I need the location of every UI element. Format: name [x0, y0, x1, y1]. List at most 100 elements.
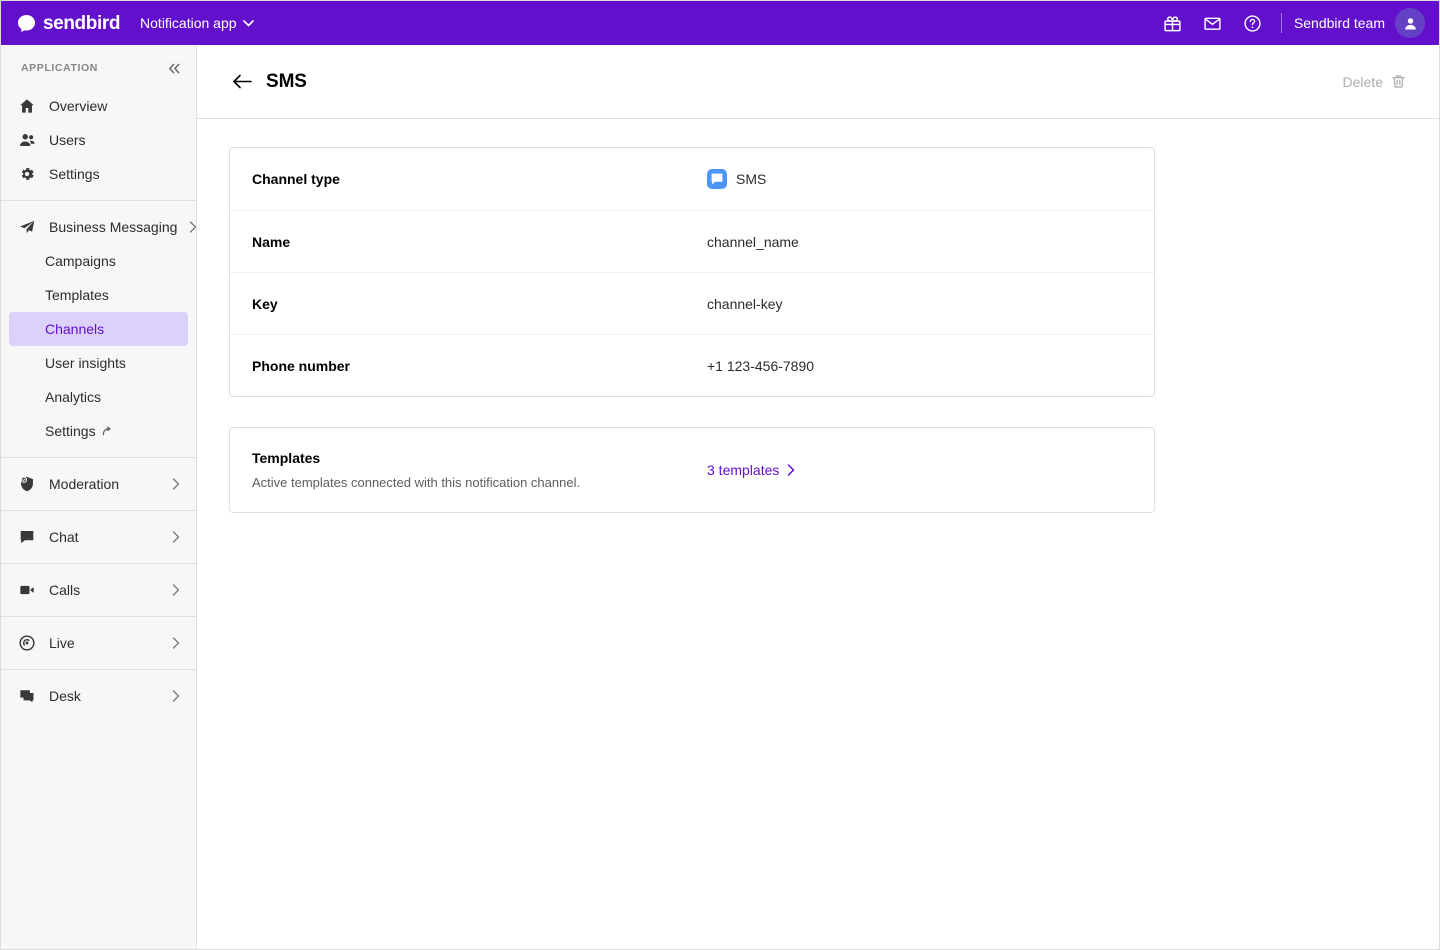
mail-icon[interactable] [1193, 3, 1233, 43]
page-title: SMS [266, 71, 307, 93]
sidebar-group-application: Overview Users [1, 85, 196, 200]
sidebar-group-live: Live [1, 616, 196, 669]
app-window: sendbird Notification app [0, 0, 1440, 950]
sidebar-subitem-label: Campaigns [45, 253, 116, 269]
collapse-chevrons-icon[interactable] [164, 58, 184, 78]
avatar[interactable] [1395, 8, 1425, 38]
app-switcher-label: Notification app [140, 15, 237, 31]
detail-row-channel-type: Channel type SMS [230, 148, 1154, 210]
sidebar-item-live[interactable]: Live [9, 626, 188, 660]
sidebar-item-label: Business Messaging [49, 219, 177, 235]
main-content: SMS Delete Channel type [197, 45, 1439, 949]
sidebar-item-label: Desk [49, 688, 160, 704]
users-icon [17, 130, 37, 150]
templates-description: Active templates connected with this not… [252, 475, 707, 490]
shield-check-icon [17, 474, 37, 494]
gear-icon [17, 164, 37, 184]
templates-card: Templates Active templates connected wit… [229, 427, 1155, 513]
detail-row-label: Phone number [252, 358, 707, 374]
desk-bubble-icon [17, 686, 37, 706]
sms-channel-icon [707, 169, 727, 189]
detail-row-label: Name [252, 234, 707, 250]
delete-button-label: Delete [1343, 74, 1383, 90]
sidebar-group-desk: Desk [1, 669, 196, 722]
page-content: Channel type SMS Name [197, 119, 1439, 949]
sidebar-item-analytics[interactable]: Analytics [9, 380, 188, 414]
chevron-right-icon [172, 584, 180, 596]
channel-details-card: Channel type SMS Name [229, 147, 1155, 397]
sidebar-item-overview[interactable]: Overview [9, 89, 188, 123]
detail-row-label: Channel type [252, 171, 707, 187]
broadcast-icon [17, 633, 37, 653]
sidebar-item-label: Settings [49, 166, 180, 182]
chevron-right-icon [172, 637, 180, 649]
sidebar-subitem-label: User insights [45, 355, 126, 371]
sidebar-subitem-label: Channels [45, 321, 104, 337]
chat-bubble-icon [17, 527, 37, 547]
send-icon [17, 217, 37, 237]
sidebar-item-label: Overview [49, 98, 180, 114]
sidebar-subitem-label: Analytics [45, 389, 101, 405]
sidebar-item-templates[interactable]: Templates [9, 278, 188, 312]
sidebar-group-calls: Calls [1, 563, 196, 616]
sendbird-mark-icon [17, 14, 36, 33]
sidebar-section-label: APPLICATION [21, 62, 98, 74]
sidebar-subitem-label: Settings [45, 423, 96, 439]
detail-row-value: channel_name [707, 234, 799, 250]
sidebar-group-chat: Chat [1, 510, 196, 563]
user-avatar-icon [1402, 15, 1419, 32]
team-name: Sendbird team [1294, 15, 1385, 31]
delete-button[interactable]: Delete [1339, 67, 1411, 96]
templates-row: Templates Active templates connected wit… [230, 428, 1154, 512]
sidebar-header: APPLICATION [1, 51, 196, 85]
detail-row-key: Key channel-key [230, 272, 1154, 334]
detail-row-value: channel-key [707, 296, 783, 312]
back-arrow-icon[interactable] [229, 69, 255, 95]
app-body: APPLICATION Overview [1, 45, 1439, 949]
sendbird-logo[interactable]: sendbird [17, 14, 120, 33]
sidebar-group-moderation: Moderation [1, 457, 196, 510]
templates-link-label: 3 templates [707, 462, 779, 478]
chevron-right-icon [172, 531, 180, 543]
sidebar: APPLICATION Overview [1, 45, 197, 949]
sidebar-item-chat[interactable]: Chat [9, 520, 188, 554]
topbar-actions: Sendbird team [1153, 3, 1425, 43]
chevron-right-icon [172, 478, 180, 490]
sidebar-item-label: Live [49, 635, 160, 651]
sidebar-item-label: Calls [49, 582, 160, 598]
sidebar-item-calls[interactable]: Calls [9, 573, 188, 607]
sidebar-item-moderation[interactable]: Moderation [9, 467, 188, 501]
sidebar-item-label: Moderation [49, 476, 160, 492]
detail-row-phone-number: Phone number +1 123-456-7890 [230, 334, 1154, 396]
chevron-right-icon [189, 221, 197, 233]
sidebar-item-users[interactable]: Users [9, 123, 188, 157]
detail-row-value: +1 123-456-7890 [707, 358, 814, 374]
gift-icon[interactable] [1153, 3, 1193, 43]
topbar-divider [1281, 13, 1282, 33]
sidebar-item-campaigns[interactable]: Campaigns [9, 244, 188, 278]
sidebar-item-settings[interactable]: Settings [9, 157, 188, 191]
templates-title: Templates [252, 450, 707, 466]
templates-info: Templates Active templates connected wit… [252, 450, 707, 490]
sidebar-item-user-insights[interactable]: User insights [9, 346, 188, 380]
detail-row-label: Key [252, 296, 707, 312]
help-icon[interactable] [1233, 3, 1273, 43]
chevron-right-icon [787, 464, 795, 476]
sidebar-item-business-messaging[interactable]: Business Messaging [9, 210, 188, 244]
templates-link[interactable]: 3 templates [707, 462, 795, 478]
video-camera-icon [17, 580, 37, 600]
sidebar-item-label: Chat [49, 529, 160, 545]
sidebar-item-channels[interactable]: Channels [9, 312, 188, 346]
sidebar-item-bm-settings[interactable]: Settings [9, 414, 188, 448]
page-header: SMS Delete [197, 45, 1439, 119]
chevron-down-icon [243, 20, 254, 27]
external-link-icon [102, 426, 113, 437]
sidebar-item-desk[interactable]: Desk [9, 679, 188, 713]
detail-row-name: Name channel_name [230, 210, 1154, 272]
chevron-right-icon [172, 690, 180, 702]
app-switcher-dropdown[interactable]: Notification app [138, 11, 256, 35]
top-navigation-bar: sendbird Notification app [1, 1, 1439, 45]
detail-row-value-text: SMS [736, 171, 766, 187]
brand-name: sendbird [43, 14, 120, 33]
home-icon [17, 96, 37, 116]
